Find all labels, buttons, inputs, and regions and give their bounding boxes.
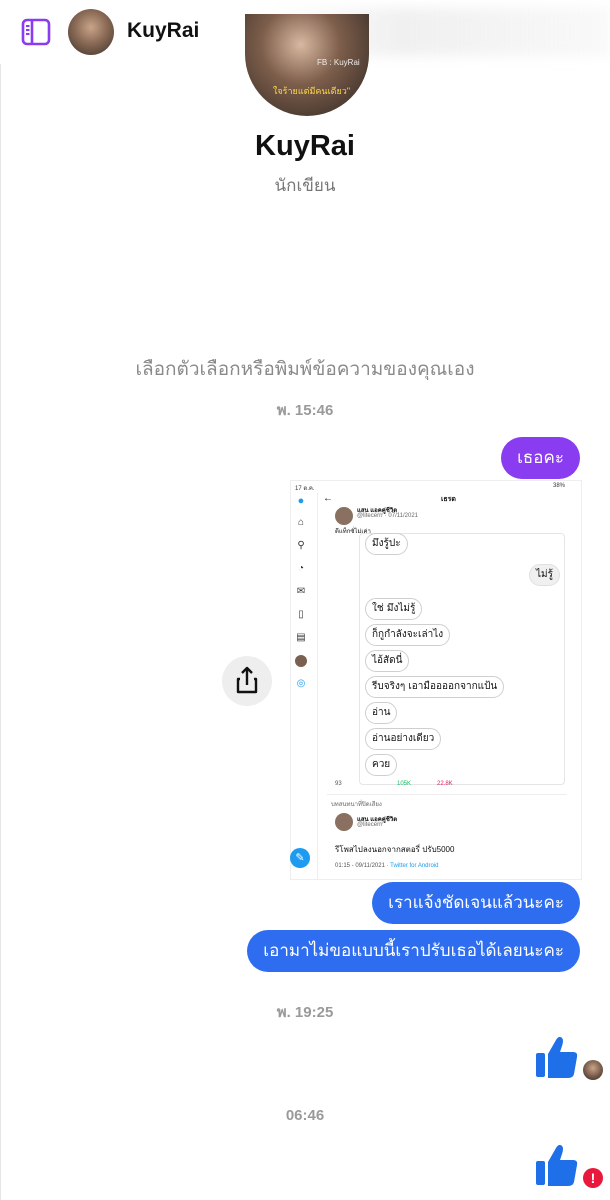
more-icon: ◎ [296,678,306,689]
contact-avatar[interactable] [68,9,114,55]
bookmark-icon: ▯ [298,609,304,620]
twitter-logo-icon: ● [297,495,305,507]
timestamp: 06:46 [285,1107,325,1124]
composer-prompt: เลือกตัวเลือกหรือพิมพ์ข้อความของคุณเอง [135,358,475,380]
profile-name: KuyRai [255,130,355,162]
list-icon: ▤ [296,632,306,643]
seen-avatar [583,1060,603,1080]
message-bubble[interactable]: เราแจ้งชัดเจนแล้วนะคะ [372,882,580,924]
share-icon [236,666,258,694]
timestamp: พ. 15:46 [276,402,334,419]
reply-source: Twitter for Android [390,863,439,869]
search-icon: ⚲ [297,540,305,551]
message-bubble[interactable]: เธอคะ [501,437,580,479]
reply-count: 93 [335,781,342,787]
reply-meta: 01:15 - 09/11/2021 · Twitter for Android [335,863,439,869]
sidebar-toggle-icon[interactable] [20,16,52,48]
status-time: 17 ต.ค. [295,486,315,492]
embedded-chat-line: ไม่รู้ [529,564,560,586]
thumbs-up-icon[interactable] [535,1142,579,1188]
embedded-chat-line: ก็กูกำลังจะเล่าไง [365,624,451,646]
tweet-author-avatar [335,507,353,525]
embedded-chat-line: อ่าน [365,702,398,724]
embedded-chat-line: รีบจริงๆ เอามืออออกจากแป้น [365,676,505,698]
reply-label: บทสนทนาที่ปิดเสียง [331,802,382,808]
thread-title: เธรด [441,496,456,503]
embedded-chat-line: อ่านอย่างเดียว [365,728,442,750]
twitter-nav: ● ⌂ ⚲ ◔ ✉ ▯ ▤ ◎ [291,493,318,879]
home-icon: ⌂ [297,517,305,528]
bell-icon: ◔ [297,563,305,574]
like-count: 22.8K [437,781,453,787]
timestamp: พ. 19:25 [276,1004,334,1021]
compose-tweet-icon: ✎ [290,848,310,868]
thumbs-up-icon[interactable] [535,1034,579,1080]
reply-handle: @litecerrr [357,822,384,828]
tweet-handle: @litecerrr · 07/11/2021 [357,513,419,519]
reply-text: รีโพสไปลงนอกจากสตอรี่ ปรับ5000 [335,845,455,854]
retweet-count: 105K [397,781,412,787]
contact-name[interactable]: KuyRai [127,19,199,43]
status-battery: 38% [553,483,566,489]
reply-author-avatar [335,813,353,831]
profile-avatar[interactable]: FB : KuyRai ใจร้ายแต่มีคนเดียว" [245,14,369,116]
embedded-chat-line: ใช่ มึงไม่รู้ [365,598,423,620]
shared-screenshot[interactable]: 17 ต.ค. 38% ● ⌂ ⚲ ◔ ✉ ▯ ▤ ◎ ← เธรด แสน แ… [290,480,582,880]
embedded-chat-line: ไอ้สัดนี่ [365,650,410,672]
avatar-fb-text: FB : KuyRai [317,58,360,67]
avatar-caption: ใจร้ายแต่มีคนเดียว" [273,86,351,96]
profile-subtitle: นักเขียน [274,176,336,196]
embedded-chat-line: มึงรู้ปะ [365,533,408,555]
share-button[interactable] [222,656,272,706]
error-icon[interactable]: ! [583,1168,603,1188]
embedded-chat-line: ควย [365,754,398,776]
mail-icon: ✉ [296,586,306,597]
back-arrow-icon: ← [323,493,333,504]
message-bubble[interactable]: เอามาไม่ขอแบบนี้เราปรับเธอได้เลยนะคะ [247,930,580,972]
profile-icon [295,655,307,667]
